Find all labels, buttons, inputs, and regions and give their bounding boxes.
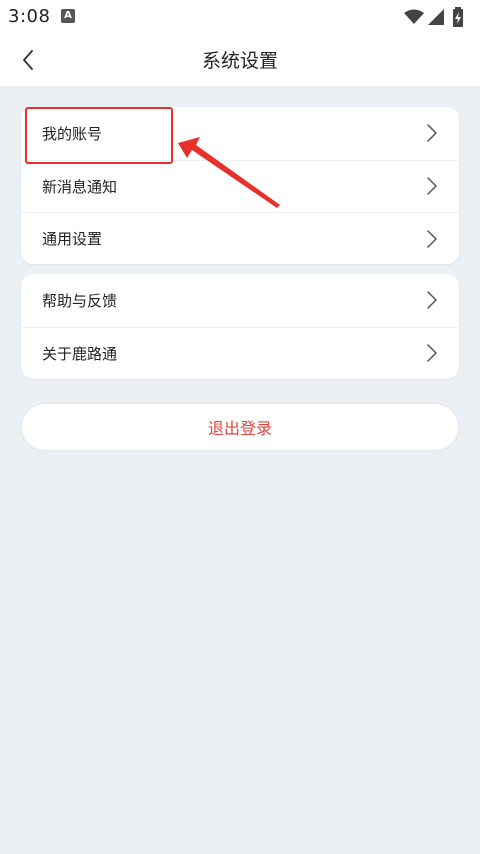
logout-button[interactable]: 退出登录	[21, 403, 459, 451]
annotation-highlight-box	[25, 107, 173, 164]
status-time: 3:08	[8, 6, 51, 27]
battery-charging-icon	[453, 7, 463, 27]
wifi-icon	[404, 9, 424, 24]
settings-item-label: 通用设置	[42, 230, 103, 249]
chevron-right-icon	[427, 124, 437, 142]
settings-item-about[interactable]: 关于鹿路通	[21, 326, 459, 380]
a-icon: A	[61, 9, 75, 23]
nav-bar: 系统设置	[0, 34, 480, 86]
settings-item-help-feedback[interactable]: 帮助与反馈	[21, 274, 459, 327]
chevron-right-icon	[427, 177, 437, 195]
settings-item-general[interactable]: 通用设置	[21, 212, 459, 265]
settings-group-help: 帮助与反馈 关于鹿路通	[21, 274, 459, 379]
header-area: 3:08 A 系统设置	[0, 0, 480, 86]
page-title: 系统设置	[201, 50, 278, 72]
status-bar: 3:08 A	[0, 0, 480, 34]
chevron-right-icon	[427, 291, 437, 309]
logout-label: 退出登录	[207, 419, 272, 438]
chevron-right-icon	[427, 344, 437, 362]
annotation-arrow-icon	[178, 137, 280, 208]
settings-item-label: 帮助与反馈	[42, 291, 118, 310]
signal-icon	[428, 9, 444, 25]
status-icons	[402, 7, 472, 27]
settings-item-label: 新消息通知	[42, 177, 118, 196]
chevron-right-icon	[427, 230, 437, 248]
settings-item-label: 关于鹿路通	[42, 344, 118, 363]
